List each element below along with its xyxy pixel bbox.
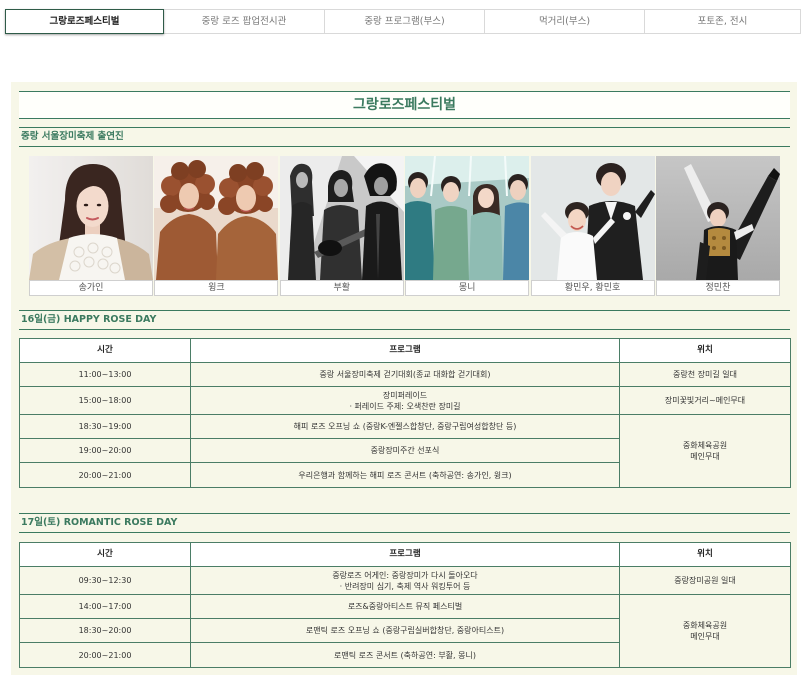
table-row: 11:00~13:00 중랑 서울장미축제 걷기대회(종교 대화합 걷기대회) …: [19, 362, 791, 387]
program-cell: 로즈&중랑아티스트 뮤직 페스티벌: [190, 594, 620, 619]
time-cell: 20:00~21:00: [19, 642, 191, 668]
column-header-location: 위치: [619, 542, 791, 567]
performer-card: 황민우, 황민호: [530, 156, 655, 296]
program-cell: 우리은행과 함께하는 해피 로즈 콘서트 (축하공연: 송가인, 윙크): [190, 462, 620, 488]
program-cell: 중랑로즈 어게인: 중랑장미가 다시 돌아오다 · 반려장미 심기, 축제 역사…: [190, 566, 620, 595]
program-line: 우리은행과 함께하는 해피 로즈 콘서트 (축하공연: 송가인, 윙크): [298, 470, 512, 480]
column-header-time: 시간: [19, 338, 191, 363]
table-row: 18:30~19:00 해피 로즈 오프닝 쇼 (중랑K-엔젤스합창단, 중랑구…: [19, 414, 791, 488]
tab-program-booths[interactable]: 중랑 프로그램(부스): [325, 9, 485, 34]
table-header-row: 시간 프로그램 위치: [19, 542, 791, 567]
table-row: 15:00~18:00 장미퍼레이드 · 퍼레이드 주제: 오색찬란 장미길 장…: [19, 386, 791, 415]
location-cell: 중랑장미공원 일대: [619, 566, 791, 595]
location-cell: 장미꽃빛거리~메인무대: [619, 386, 791, 415]
performer-name: 윙크: [154, 280, 279, 296]
location-line: 메인무대: [690, 632, 720, 641]
table-header-row: 시간 프로그램 위치: [19, 338, 791, 363]
festival-panel: 그랑로즈페스티벌 중랑 서울장미축제 출연진 송가인 윙크 부활 몽니 황민우,…: [11, 82, 797, 675]
program-line: 로맨틱 로즈 콘서트 (축하공연: 부활, 몽니): [334, 650, 476, 660]
performer-gallery: 송가인 윙크 부활 몽니 황민우, 황민호 정민찬: [29, 156, 780, 296]
column-header-time: 시간: [19, 542, 191, 567]
table-row: 14:00~17:00 로즈&중랑아티스트 뮤직 페스티벌 중화체육공원 메인무…: [19, 594, 791, 668]
location-cell: 중랑천 장미길 일대: [619, 362, 791, 387]
location-line: 중랑장미공원 일대: [674, 576, 736, 585]
performer-photo: [29, 156, 153, 280]
performer-card: 정민찬: [655, 156, 780, 296]
day2-heading: 17일(토) ROMANTIC ROSE DAY: [19, 513, 790, 533]
program-cell: 장미퍼레이드 · 퍼레이드 주제: 오색찬란 장미길: [190, 386, 620, 415]
program-line: 중랑로즈 어게인: 중랑장미가 다시 돌아오다: [332, 570, 478, 580]
performer-photo: [279, 156, 404, 280]
day1-schedule-table: 시간 프로그램 위치 11:00~13:00 중랑 서울장미축제 걷기대회(종교…: [19, 338, 791, 488]
program-cell: 해피 로즈 오프닝 쇼 (중랑K-엔젤스합창단, 중랑구립여성합창단 등): [190, 414, 620, 439]
performer-portrait-image: [154, 156, 279, 280]
performer-name: 송가인: [29, 280, 153, 296]
program-line: 중랑장미주간 선포식: [370, 446, 440, 455]
page-title: 그랑로즈페스티벌: [19, 91, 790, 119]
performer-name: 부활: [279, 280, 404, 296]
program-cell: 로맨틱 로즈 콘서트 (축하공연: 부활, 몽니): [190, 642, 620, 668]
time-cell: 14:00~17:00: [19, 594, 191, 619]
performer-name: 정민찬: [655, 280, 780, 296]
festival-tabs: 그랑로즈페스티벌 중랑 로즈 팝업전시관 중랑 프로그램(부스) 먹거리(부스)…: [5, 9, 801, 34]
program-line: 장미퍼레이드: [382, 390, 428, 400]
performer-card: 부활: [279, 156, 404, 296]
time-cell: 15:00~18:00: [19, 386, 191, 415]
program-line: · 반려장미 심기, 축제 역사 워킹투어 등: [339, 581, 471, 591]
day2-schedule-table: 시간 프로그램 위치 09:30~12:30 중랑로즈 어게인: 중랑장미가 다…: [19, 542, 791, 668]
performer-card: 몽니: [405, 156, 530, 296]
location-cell: 중화체육공원 메인무대: [619, 414, 791, 488]
program-line: 해피 로즈 오프닝 쇼 (중랑K-엔젤스합창단, 중랑구립여성합창단 등): [293, 422, 517, 431]
time-cell: 18:30~19:00: [19, 414, 191, 439]
time-cell: 18:30~20:00: [19, 618, 191, 643]
time-cell: 11:00~13:00: [19, 362, 191, 387]
performer-card: 윙크: [154, 156, 279, 296]
performer-photo: [530, 156, 655, 280]
program-line: · 퍼레이드 주제: 오색찬란 장미길: [349, 401, 461, 411]
tab-food-booths[interactable]: 먹거리(부스): [485, 9, 645, 34]
performer-photo: [405, 156, 530, 280]
performer-portrait-image: [279, 156, 404, 280]
column-header-program: 프로그램: [190, 542, 620, 567]
location-line: 중화체육공원: [682, 621, 728, 630]
program-cell: 중랑장미주간 선포식: [190, 438, 620, 463]
tab-grand-rose-festival[interactable]: 그랑로즈페스티벌: [5, 9, 164, 34]
location-line: 메인무대: [690, 452, 720, 461]
tab-photo-zone-exhibition[interactable]: 포토존, 전시: [645, 9, 801, 34]
performer-portrait-image: [655, 156, 780, 280]
performers-heading: 중랑 서울장미축제 출연진: [19, 127, 790, 147]
performer-portrait-image: [530, 156, 655, 280]
time-cell: 09:30~12:30: [19, 566, 191, 595]
program-cell: 로맨틱 로즈 오프닝 쇼 (중랑구립실버합창단, 중랑아티스트): [190, 618, 620, 643]
program-cell: 중랑 서울장미축제 걷기대회(종교 대화합 걷기대회): [190, 362, 620, 387]
table-row: 09:30~12:30 중랑로즈 어게인: 중랑장미가 다시 돌아오다 · 반려…: [19, 566, 791, 595]
time-cell: 20:00~21:00: [19, 462, 191, 488]
performer-photo: [655, 156, 780, 280]
program-line: 로즈&중랑아티스트 뮤직 페스티벌: [347, 602, 463, 611]
performer-photo: [154, 156, 279, 280]
location-line: 중랑천 장미길 일대: [673, 370, 737, 379]
location-cell: 중화체육공원 메인무대: [619, 594, 791, 668]
program-line: 중랑 서울장미축제 걷기대회(종교 대화합 걷기대회): [319, 370, 491, 379]
location-line: 장미꽃빛거리~메인무대: [664, 396, 746, 405]
performer-portrait-image: [29, 156, 153, 280]
tab-rose-popup-gallery[interactable]: 중랑 로즈 팝업전시관: [164, 9, 325, 34]
day1-heading: 16일(금) HAPPY ROSE DAY: [19, 310, 790, 330]
performer-portrait-image: [405, 156, 530, 280]
program-line: 로맨틱 로즈 오프닝 쇼 (중랑구립실버합창단, 중랑아티스트): [305, 626, 505, 635]
performer-name: 황민우, 황민호: [530, 280, 655, 296]
column-header-location: 위치: [619, 338, 791, 363]
performer-name: 몽니: [405, 280, 530, 296]
column-header-program: 프로그램: [190, 338, 620, 363]
location-line: 중화체육공원: [682, 441, 728, 450]
performer-card: 송가인: [29, 156, 153, 296]
time-cell: 19:00~20:00: [19, 438, 191, 463]
